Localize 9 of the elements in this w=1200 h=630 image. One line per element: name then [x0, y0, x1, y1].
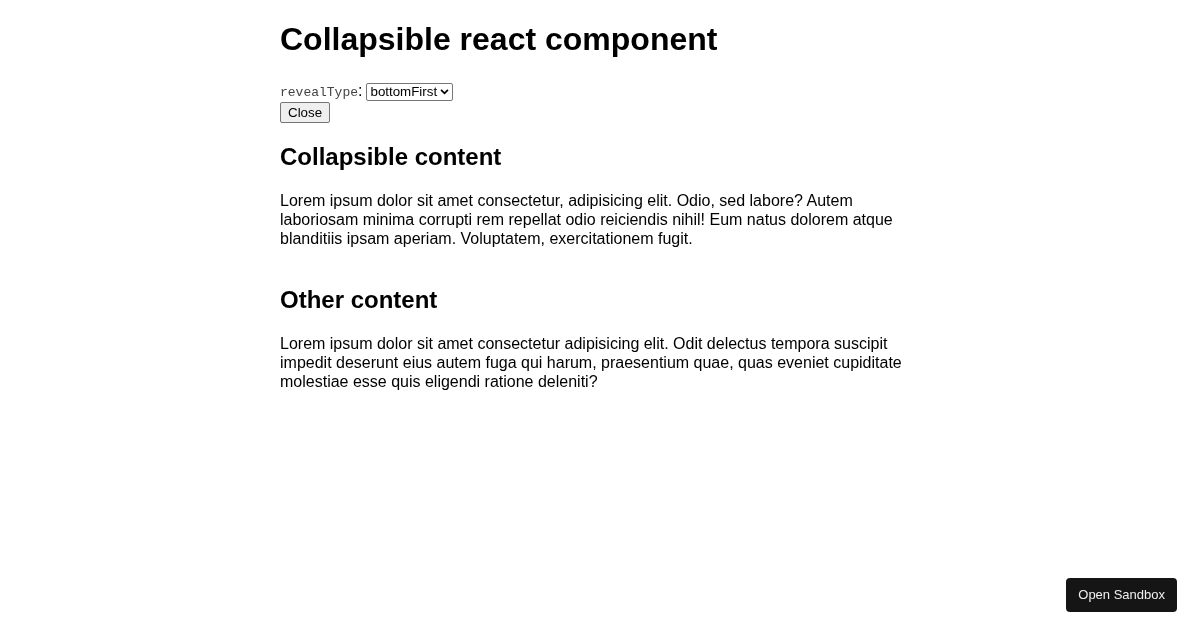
section-paragraph: Lorem ipsum dolor sit amet consectetur, adipisicing elit. Odio, sed labore? Autem laboriosam minima corrupti rem repellat odio reiciendis nihil! Eum natus dolorem atque blanditiis ipsam aperiam. Voluptatem, exercitationem fugit.: [280, 191, 894, 248]
close-button[interactable]: Close: [280, 102, 331, 123]
section-heading: Other content: [280, 286, 439, 314]
section-heading: Collapsible content: [280, 143, 503, 171]
open-sandbox-button[interactable]: Open Sandbox: [1066, 578, 1177, 612]
reveal-type-select[interactable]: bottomFirst: [366, 82, 454, 101]
section-paragraph: Lorem ipsum dolor sit amet consectetur adipisicing elit. Odit delectus tempora suscipit impedit deserunt eius autem fuga qui harum, praesentium quae, quas eveniet cupiditate molestiae esse quis eligendi ratione deleniti?: [280, 334, 903, 391]
page-title: Collapsible react component: [280, 21, 718, 58]
chevron-down-icon: [440, 88, 450, 95]
